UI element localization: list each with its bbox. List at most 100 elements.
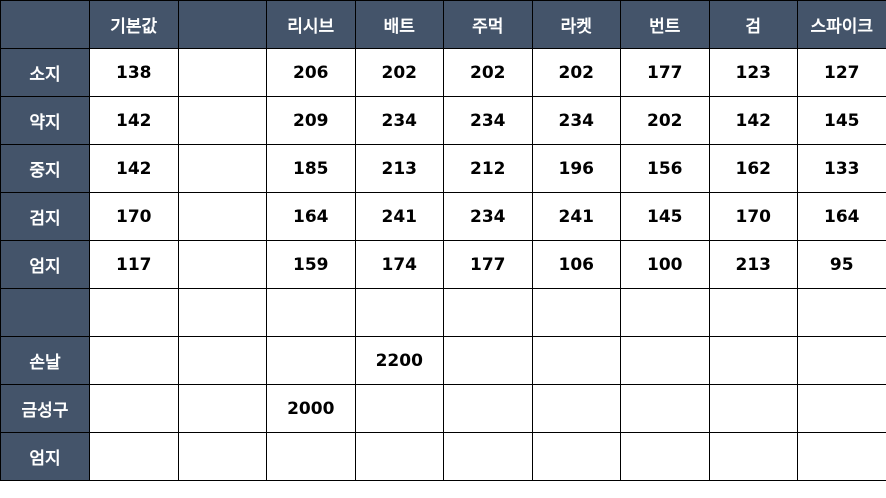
stats-table: 기본값 리시브 배트 주먹 라켓 번트 검 스파이크 소지 138 206 202 20… [0,0,886,481]
table-cell: 202 [443,48,533,97]
table-cell [89,384,179,433]
table-cell [797,432,886,481]
table-cell: 117 [89,240,179,289]
table-cell [708,384,798,433]
table-cell [266,432,356,481]
table-cell [177,432,267,481]
table-cell [266,288,356,337]
table-cell [797,288,886,337]
table-cell [531,432,621,481]
table-cell [531,336,621,385]
table-cell: 95 [797,240,886,289]
table-cell: 142 [708,96,798,145]
table-row: 엄지 117 159 174 177 106 100 213 95 [0,240,886,289]
table-cell: 202 [354,48,444,97]
table-cell: 202 [531,48,621,97]
header-cell-fist: 주먹 [443,0,533,49]
table-cell: 106 [531,240,621,289]
table-cell: 241 [354,192,444,241]
table-cell [177,336,267,385]
header-cell-spike: 스파이크 [797,0,886,49]
table-cell: 209 [266,96,356,145]
table-cell [620,288,710,337]
table-cell: 127 [797,48,886,97]
table-cell [89,288,179,337]
header-cell-blank [177,0,267,49]
table-cell: 213 [354,144,444,193]
header-cell-sword: 검 [708,0,798,49]
table-cell: 142 [89,96,179,145]
table-cell [443,384,533,433]
table-cell: 156 [620,144,710,193]
table-cell [708,288,798,337]
table-cell: 142 [89,144,179,193]
table-cell [620,336,710,385]
table-cell: 2000 [266,384,356,433]
table-cell: 100 [620,240,710,289]
table-cell: 206 [266,48,356,97]
table-cell: 213 [708,240,798,289]
row-label: 엄지 [0,432,90,481]
table-cell: 138 [89,48,179,97]
table-cell [354,384,444,433]
header-cell-default: 기본값 [89,0,179,49]
header-row: 기본값 리시브 배트 주먹 라켓 번트 검 스파이크 [0,0,886,49]
row-label: 금성구 [0,384,90,433]
table-cell: 145 [797,96,886,145]
table-row: 약지 142 209 234 234 234 202 142 145 [0,96,886,145]
table-cell [354,288,444,337]
table-cell [708,336,798,385]
table-cell: 162 [708,144,798,193]
table-cell [620,384,710,433]
table-cell: 177 [620,48,710,97]
table-cell [177,240,267,289]
table-cell [177,192,267,241]
row-label: 엄지 [0,240,90,289]
table-cell: 145 [620,192,710,241]
table-cell [177,144,267,193]
table-cell [708,432,798,481]
table-cell: 164 [797,192,886,241]
table-cell [89,432,179,481]
table-cell [531,288,621,337]
row-label [0,288,90,337]
table-cell: 170 [708,192,798,241]
table-cell [354,432,444,481]
table-cell: 234 [443,96,533,145]
table-cell [443,288,533,337]
table-body: 소지 138 206 202 202 202 177 123 127 약지 142 209 234 234… [0,48,886,481]
table-row: 엄지 [0,432,886,481]
table-row: 소지 138 206 202 202 202 177 123 127 [0,48,886,97]
row-label: 소지 [0,48,90,97]
table-cell [177,96,267,145]
table-cell [443,432,533,481]
header-cell-racket: 라켓 [531,0,621,49]
table-cell [266,336,356,385]
table-cell: 212 [443,144,533,193]
table-cell [620,432,710,481]
table-cell: 234 [443,192,533,241]
table-cell: 170 [89,192,179,241]
header-cell-receive: 리시브 [266,0,356,49]
table-cell [177,48,267,97]
table-cell [443,336,533,385]
table-cell: 177 [443,240,533,289]
table-cell [177,384,267,433]
row-label: 약지 [0,96,90,145]
table-row: 손날 2200 [0,336,886,385]
table-cell [797,336,886,385]
table-cell: 241 [531,192,621,241]
header-cell-corner [0,0,90,49]
header-cell-bunt: 번트 [620,0,710,49]
header-cell-bat: 배트 [354,0,444,49]
table-cell: 159 [266,240,356,289]
table-cell [797,384,886,433]
table-row [0,288,886,337]
table-cell: 234 [354,96,444,145]
table-cell: 185 [266,144,356,193]
table-cell: 123 [708,48,798,97]
table-cell: 196 [531,144,621,193]
table-cell [89,336,179,385]
row-label: 손날 [0,336,90,385]
table-row: 검지 170 164 241 234 241 145 170 164 [0,192,886,241]
